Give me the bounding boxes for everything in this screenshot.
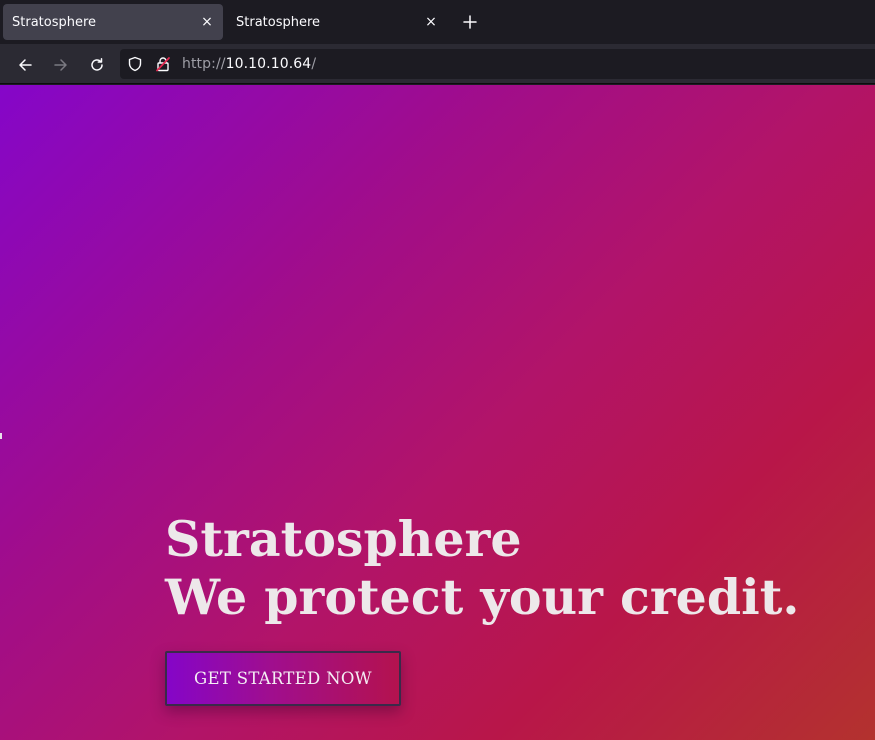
url-bar[interactable]: http://10.10.10.64/ <box>120 49 875 79</box>
edge-marker <box>0 433 2 439</box>
tab-close-icon[interactable]: × <box>419 10 443 34</box>
insecure-lock-icon[interactable] <box>154 55 172 73</box>
reload-icon[interactable] <box>84 52 110 78</box>
tab-title: Stratosphere <box>236 14 321 30</box>
shield-icon[interactable] <box>126 55 144 73</box>
arrow-right-icon[interactable] <box>48 52 74 78</box>
url-scheme: http:// <box>182 56 226 72</box>
url-host: 10.10.10.64 <box>225 56 312 72</box>
hero-heading: Stratosphere We protect your credit. <box>165 510 799 626</box>
tab-close-icon[interactable]: × <box>195 10 219 34</box>
tab-inactive[interactable]: Stratosphere × <box>227 4 447 40</box>
plus-icon[interactable] <box>458 10 482 34</box>
url-text[interactable]: http://10.10.10.64/ <box>182 56 316 72</box>
page-viewport: Stratosphere We protect your credit. GET… <box>0 85 875 740</box>
hero-tagline: We protect your credit. <box>165 568 800 626</box>
tab-active[interactable]: Stratosphere × <box>3 4 223 40</box>
tab-title: Stratosphere <box>12 14 97 30</box>
tab-strip: Stratosphere × Stratosphere × <box>0 0 875 44</box>
url-path: / <box>311 56 317 72</box>
navigation-toolbar: http://10.10.10.64/ <box>0 44 875 84</box>
get-started-button[interactable]: GET STARTED NOW <box>165 651 401 706</box>
hero-title: Stratosphere <box>165 510 522 568</box>
arrow-left-icon[interactable] <box>12 52 38 78</box>
